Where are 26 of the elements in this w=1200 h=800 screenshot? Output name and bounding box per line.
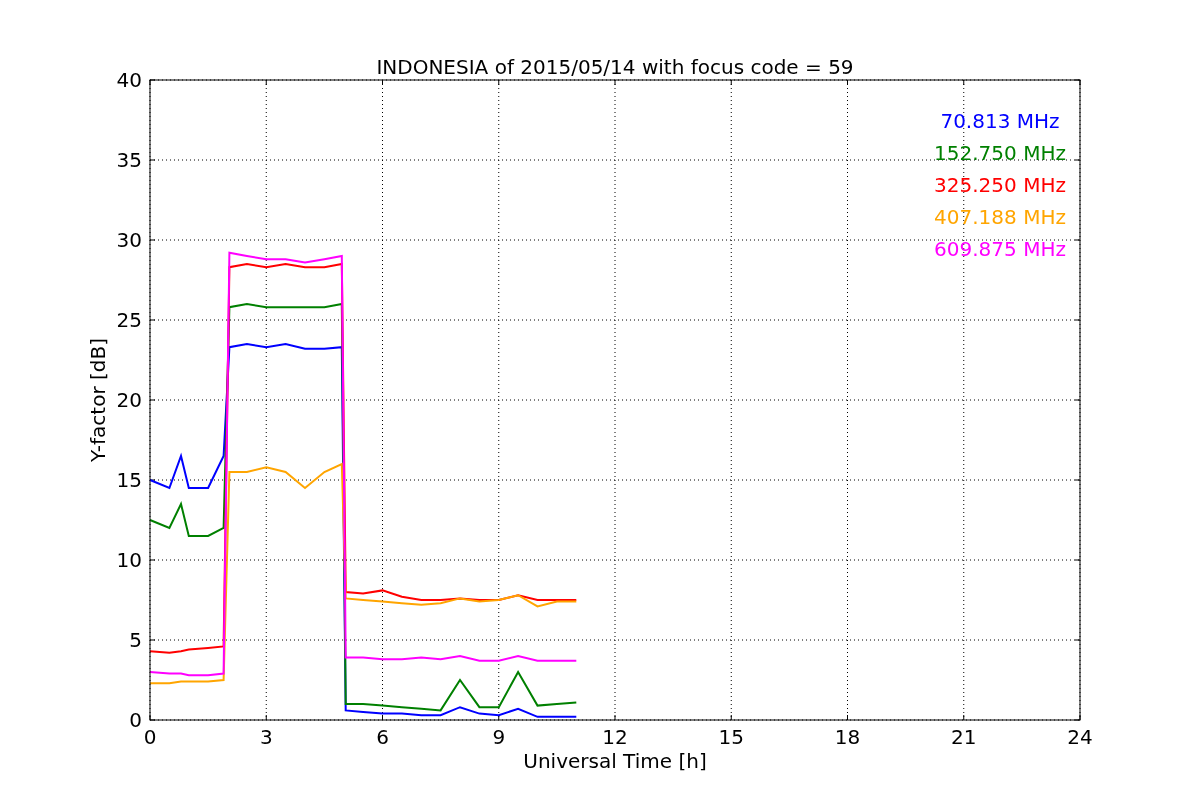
legend-label: 70.813 MHz	[940, 109, 1060, 133]
x-axis-label: Universal Time [h]	[523, 749, 707, 773]
y-tick-label: 5	[129, 628, 142, 652]
x-tick-label: 3	[259, 725, 273, 749]
x-tick-label: 6	[376, 725, 389, 749]
legend-label: 609.875 MHz	[934, 237, 1066, 261]
x-tick-label: 12	[602, 725, 628, 749]
x-tick-label: 18	[834, 725, 861, 749]
y-tick-label: 0	[129, 708, 142, 732]
legend-label: 152.750 MHz	[934, 141, 1066, 165]
y-tick-label: 10	[116, 548, 142, 572]
y-tick-label: 30	[116, 228, 142, 252]
x-tick-label: 15	[718, 725, 744, 749]
y-axis-label: Y-factor [dB]	[86, 338, 110, 462]
x-tick-label: 21	[951, 725, 977, 749]
x-tick-label: 0	[143, 725, 157, 749]
x-tick-label: 9	[492, 725, 506, 749]
y-tick-label: 15	[116, 468, 142, 492]
chart-title: INDONESIA of 2015/05/14 with focus code = 59	[376, 55, 854, 79]
y-tick-label: 35	[116, 148, 142, 172]
legend-label: 407.188 MHz	[934, 205, 1066, 229]
y-tick-label: 20	[116, 388, 142, 412]
x-tick-label: 24	[1067, 725, 1093, 749]
y-tick-label: 25	[116, 308, 142, 332]
y-tick-label: 40	[116, 68, 142, 92]
legend-label: 325.250 MHz	[934, 173, 1066, 197]
